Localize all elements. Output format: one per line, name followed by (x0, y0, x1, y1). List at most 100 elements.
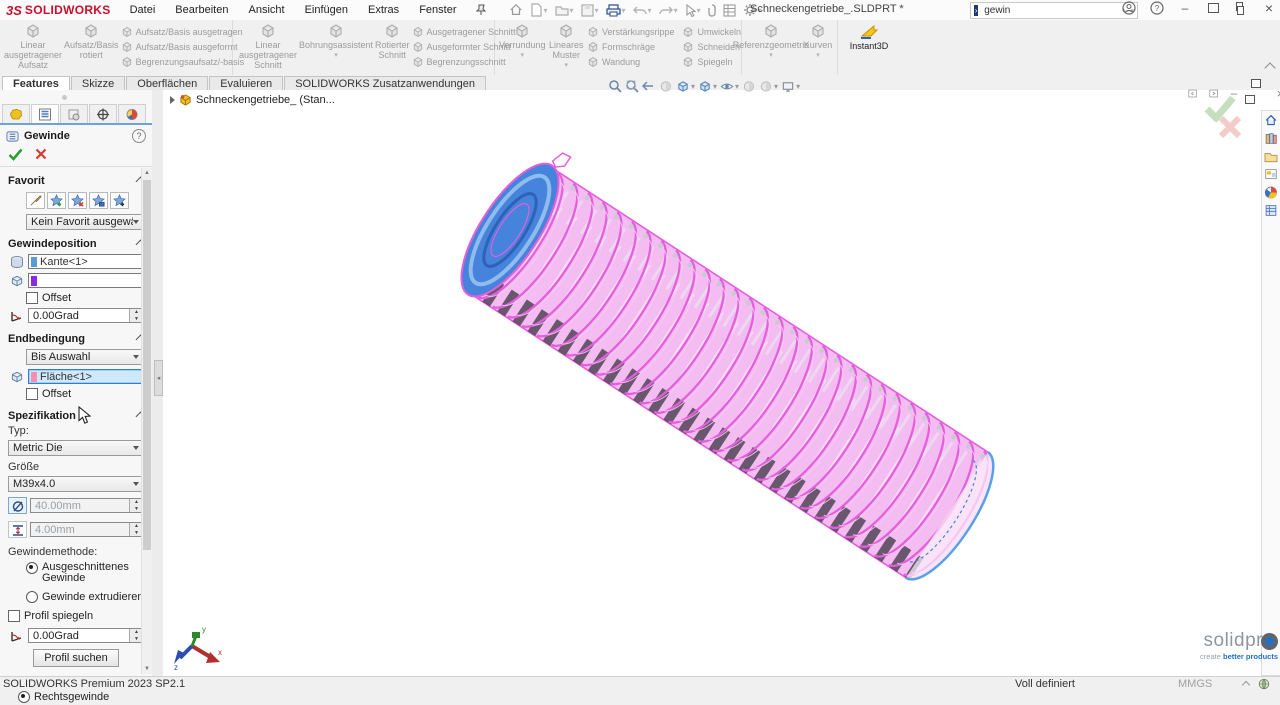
previous-view-icon[interactable] (642, 80, 656, 92)
view-settings-icon[interactable]: ▾ (781, 80, 800, 93)
scroll-down-icon[interactable]: ▼ (142, 664, 152, 674)
doc-prev-icon[interactable] (1188, 88, 1197, 99)
redo-icon[interactable]: ▾ (659, 4, 678, 16)
scrollbar-thumb[interactable] (143, 180, 151, 550)
display-style-icon[interactable]: ▾ (698, 80, 717, 93)
table-icon[interactable] (723, 4, 736, 17)
save-icon[interactable]: ▾ (581, 4, 599, 17)
display-manager-tab[interactable] (118, 104, 146, 123)
new-document-icon[interactable]: ▾ (530, 3, 547, 17)
ribbon-collapse-icon[interactable] (1264, 62, 1275, 73)
apply-favorite-button[interactable] (26, 192, 45, 209)
override-diameter-icon[interactable] (8, 497, 27, 514)
ribbon-referenzgeometrie[interactable]: Referenzgeometrie▾ (742, 23, 800, 61)
ok-button[interactable] (8, 148, 23, 161)
search-input[interactable] (982, 4, 1118, 17)
ribbon-wandung[interactable]: Wandung (587, 56, 675, 68)
configuration-manager-tab[interactable] (60, 104, 88, 123)
command-search[interactable]: › ▾ (970, 2, 1138, 19)
menu-einfuegen[interactable]: Einfügen (296, 2, 357, 18)
tab-skizze[interactable]: Skizze (71, 76, 125, 90)
model-3d[interactable] (163, 90, 1280, 676)
ribbon-instant3d[interactable]: Instant3D (838, 23, 900, 51)
minimize-button[interactable]: – (1178, 1, 1192, 15)
pin-icon[interactable] (467, 2, 495, 18)
panel-splitter-dot[interactable] (62, 95, 67, 100)
thread-edge-selection[interactable]: Kante<1> (28, 254, 144, 269)
menu-ansicht[interactable]: Ansicht (239, 2, 293, 18)
thread-size-select[interactable]: M39x4.0 (8, 476, 144, 492)
pitch-input[interactable]: 4.00mm▲▼ (30, 522, 144, 537)
graphics-viewport[interactable] (163, 90, 1280, 676)
ribbon-aufsatz-rotiert[interactable]: Aufsatz/Basis rotiert (64, 23, 119, 60)
save-favorite-button[interactable] (89, 192, 108, 209)
design-library-icon[interactable] (1263, 131, 1280, 146)
ribbon-verstaerkungsrippe[interactable]: Verstärkungsrippe (587, 26, 675, 38)
user-account-icon[interactable] (1122, 1, 1136, 15)
ribbon-aufsatz-ausgetragen[interactable]: Aufsatz/Basis ausgetragen (121, 26, 245, 38)
start-location-selection[interactable] (28, 273, 144, 288)
attach-icon[interactable] (708, 4, 716, 17)
ribbon-bohrungsassistent[interactable]: Bohrungsassistent▾ (299, 23, 373, 61)
splitter-handle[interactable]: ◂ (154, 360, 163, 396)
zoom-area-icon[interactable] (625, 79, 639, 93)
ribbon-lineares-muster[interactable]: Lineares Muster▾ (548, 23, 585, 71)
gewindeposition-header[interactable]: Gewindeposition (0, 236, 152, 252)
ribbon-linear-aufsatz[interactable]: Linear ausgetragener Aufsatz (4, 23, 62, 70)
find-profile-button[interactable]: Profil suchen (33, 649, 119, 667)
cut-thread-radio[interactable] (26, 562, 38, 574)
favorite-select[interactable]: Kein Favorit ausgewählt (26, 214, 144, 230)
confirm-cancel-button[interactable] (1217, 114, 1243, 140)
expand-icon[interactable] (170, 96, 175, 104)
ribbon-formschraege[interactable]: Formschräge (587, 41, 675, 53)
mirror-profile-checkbox[interactable] (8, 610, 20, 622)
delete-favorite-button[interactable] (68, 192, 87, 209)
position-offset-checkbox[interactable] (26, 292, 38, 304)
scroll-up-icon[interactable]: ▲ (142, 168, 152, 178)
home-icon[interactable] (509, 3, 523, 17)
panel-scrollbar[interactable]: ▲ ▼ (141, 168, 152, 674)
tab-oberflaechen[interactable]: Oberflächen (126, 76, 208, 90)
diameter-input[interactable]: 40.00mm▲▼ (30, 498, 144, 513)
menu-extras[interactable]: Extras (359, 2, 408, 18)
ribbon-umwickeln[interactable]: Umwickeln (682, 26, 741, 38)
cancel-button[interactable] (35, 148, 47, 160)
edit-appearance-icon[interactable] (742, 80, 756, 93)
dimxpert-manager-tab[interactable] (89, 104, 117, 123)
view-palette-icon[interactable] (1263, 167, 1280, 182)
menu-datei[interactable]: Datei (121, 2, 165, 18)
open-icon[interactable]: ▾ (555, 4, 574, 17)
ribbon-begrenzungsaufsatz[interactable]: Begrenzungsaufsatz/-basis (121, 56, 245, 68)
ribbon-aufsatz-ausgeformt[interactable]: Aufsatz/Basis ausgeformt (121, 41, 245, 53)
print-icon[interactable]: ▾ (606, 4, 626, 17)
extrude-thread-radio[interactable] (26, 591, 38, 603)
taskpane-home-icon[interactable] (1263, 113, 1280, 128)
globe-icon[interactable] (1258, 678, 1270, 690)
status-units[interactable]: MMGS (1178, 678, 1212, 690)
select-cursor-icon[interactable]: ▾ (685, 4, 701, 17)
right-hand-thread-radio[interactable] (18, 691, 30, 703)
help-icon[interactable]: ? (1150, 1, 1164, 15)
restore-button[interactable] (1234, 1, 1248, 15)
endbedingung-header[interactable]: Endbedingung (0, 331, 152, 347)
tab-zusatzanwendungen[interactable]: SOLIDWORKS Zusatzanwendungen (284, 76, 486, 90)
custom-properties-icon[interactable] (1263, 203, 1280, 218)
favorit-header[interactable]: Favorit (0, 173, 152, 189)
load-favorite-button[interactable] (110, 192, 129, 209)
close-button[interactable]: × (1262, 1, 1276, 15)
section-view-icon[interactable] (659, 80, 673, 93)
end-condition-select[interactable]: Bis Auswahl (26, 349, 144, 365)
position-angle-input[interactable]: 0.00Grad▲▼ (28, 308, 144, 323)
ribbon-kurven[interactable]: Kurven▾ (800, 23, 836, 61)
override-pitch-icon[interactable] (8, 521, 27, 538)
view-orientation-icon[interactable]: ▾ (676, 80, 695, 93)
end-offset-checkbox[interactable] (26, 388, 38, 400)
tab-evaluieren[interactable]: Evaluieren (209, 76, 283, 90)
zoom-fit-icon[interactable] (608, 79, 622, 93)
doc-restore-button[interactable] (1249, 81, 1264, 105)
end-face-selection[interactable]: Fläche<1> (28, 369, 144, 384)
feature-tree-flyout[interactable]: Schneckengetriebe_ (Stan... (170, 93, 335, 106)
hide-show-items-icon[interactable]: ▾ (720, 80, 739, 93)
apply-scene-icon[interactable]: ▾ (759, 80, 778, 93)
ribbon-rotierter-schnitt[interactable]: Rotierter Schnitt (375, 23, 410, 60)
